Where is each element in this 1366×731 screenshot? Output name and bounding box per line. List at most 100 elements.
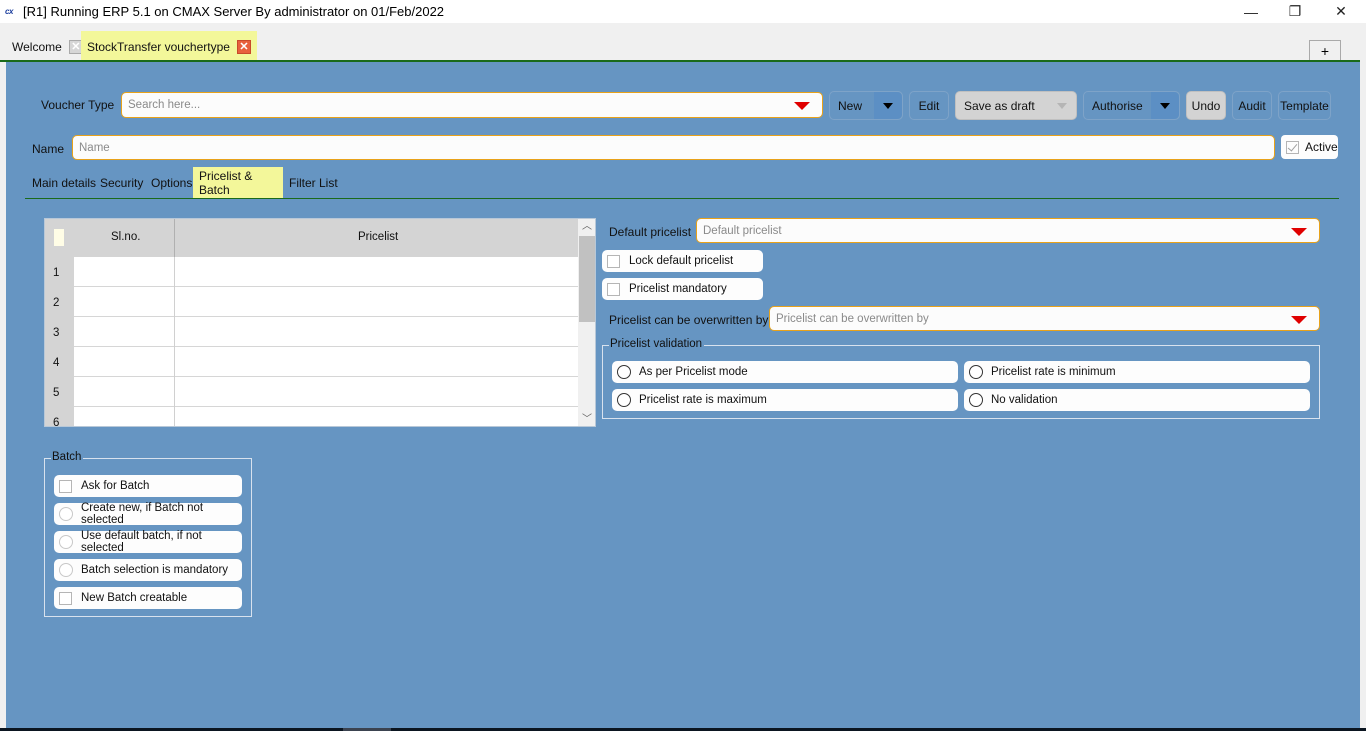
column-separator	[174, 219, 175, 257]
radio-icon[interactable]	[59, 535, 73, 549]
checkbox-label: Pricelist mandatory	[629, 283, 727, 295]
undo-label: Undo	[1191, 98, 1221, 113]
app-icon: cx	[5, 7, 13, 16]
doc-tab-label: Welcome	[12, 39, 62, 54]
radio-icon[interactable]	[969, 393, 983, 407]
table-row[interactable]: 3	[45, 317, 578, 347]
radio-icon[interactable]	[617, 393, 631, 407]
new-dropdown-toggle[interactable]	[874, 92, 902, 119]
radio-use-default-batch[interactable]: Use default batch, if not selected	[54, 530, 242, 554]
scrollbar-thumb[interactable]	[579, 236, 595, 322]
minimize-icon: —	[1244, 3, 1258, 20]
column-header-slno[interactable]: Sl.no.	[111, 231, 140, 243]
tab-label: Options	[151, 176, 193, 190]
group-title: Batch	[51, 451, 84, 463]
tab-filter-list[interactable]: Filter List	[283, 167, 344, 199]
save-draft-dropdown-toggle[interactable]	[1048, 92, 1076, 119]
radio-no-validation[interactable]: No validation	[964, 389, 1310, 411]
cell-separator	[174, 257, 175, 287]
table-row[interactable]: 6	[45, 407, 578, 426]
dropdown-arrow-icon[interactable]	[794, 102, 810, 110]
active-checkbox[interactable]: Active	[1281, 135, 1338, 159]
row-number: 6	[45, 407, 74, 426]
restore-icon: ❐	[1288, 3, 1302, 19]
authorise-dropdown-toggle[interactable]	[1151, 92, 1179, 119]
cell-separator	[174, 347, 175, 377]
checkbox-label: New Batch creatable	[81, 592, 188, 604]
radio-icon[interactable]	[59, 563, 73, 577]
radio-create-new-batch[interactable]: Create new, if Batch not selected	[54, 502, 242, 526]
close-tab-icon[interactable]: ✕	[236, 39, 251, 54]
new-batch-creatable-checkbox[interactable]: New Batch creatable	[54, 587, 242, 609]
column-header-pricelist[interactable]: Pricelist	[358, 231, 398, 243]
row-number: 5	[45, 377, 74, 407]
authorise-button[interactable]: Authorise	[1083, 91, 1180, 120]
cell-separator	[174, 317, 175, 347]
authorise-label: Authorise	[1092, 98, 1143, 113]
tab-options[interactable]: Options	[145, 167, 198, 199]
dropdown-arrow-icon[interactable]	[1291, 228, 1307, 236]
template-button[interactable]: Template	[1278, 91, 1331, 120]
lock-default-pricelist-checkbox[interactable]: Lock default pricelist	[602, 250, 763, 272]
table-row[interactable]: 5	[45, 377, 578, 407]
tab-main-details[interactable]: Main details	[26, 167, 102, 199]
tab-label: Pricelist & Batch	[199, 169, 253, 197]
doc-tab-welcome[interactable]: Welcome ✕	[6, 31, 89, 62]
tab-pricelist-batch[interactable]: Pricelist & Batch	[193, 167, 283, 199]
name-label: Name	[32, 142, 65, 156]
overwritten-by-dropdown[interactable]: Pricelist can be overwritten by	[769, 306, 1320, 331]
maximize-button[interactable]: ❐	[1272, 0, 1318, 23]
radio-batch-selection-mandatory[interactable]: Batch selection is mandatory	[54, 559, 242, 581]
pricelist-validation-group: Pricelist validation As per Pricelist mo…	[602, 338, 1320, 419]
close-icon: ✕	[1335, 3, 1347, 19]
checkbox-label: Ask for Batch	[81, 480, 150, 492]
doc-tab-stocktransfer-vouchertype[interactable]: StockTransfer vouchertype ✕	[81, 31, 257, 62]
voucher-type-label: Voucher Type	[41, 98, 115, 112]
grid-vertical-scrollbar[interactable]: ︿ ﹀	[578, 219, 595, 426]
audit-button[interactable]: Audit	[1232, 91, 1272, 120]
minimize-button[interactable]: —	[1228, 0, 1274, 23]
default-pricelist-dropdown[interactable]: Default pricelist	[696, 218, 1320, 243]
radio-icon[interactable]	[969, 365, 983, 379]
checkbox-icon[interactable]	[59, 591, 72, 605]
scroll-up-icon[interactable]: ︿	[578, 219, 595, 235]
table-row[interactable]: 2	[45, 287, 578, 317]
table-row[interactable]: 1	[45, 257, 578, 287]
close-window-button[interactable]: ✕	[1318, 0, 1364, 23]
tab-security[interactable]: Security	[94, 167, 149, 199]
row-number: 3	[45, 317, 74, 347]
radio-pricelist-rate-maximum[interactable]: Pricelist rate is maximum	[612, 389, 958, 411]
pricelist-mandatory-checkbox[interactable]: Pricelist mandatory	[602, 278, 763, 300]
new-button-label: New	[838, 98, 863, 113]
radio-as-per-pricelist-mode[interactable]: As per Pricelist mode	[612, 361, 958, 383]
cell-separator	[174, 407, 175, 426]
group-title: Pricelist validation	[609, 338, 705, 350]
radio-pricelist-rate-minimum[interactable]: Pricelist rate is minimum	[964, 361, 1310, 383]
scroll-down-icon[interactable]: ﹀	[578, 412, 595, 426]
select-all-cell[interactable]	[54, 229, 64, 246]
doc-tab-label: StockTransfer vouchertype	[87, 39, 230, 54]
main-panel: Voucher Type Search here... New Edit Sav…	[6, 62, 1360, 729]
row-number: 4	[45, 347, 74, 377]
grid-header: Sl.no. Pricelist	[45, 219, 578, 257]
checkbox-icon[interactable]	[59, 479, 72, 493]
save-as-draft-button[interactable]: Save as draft	[955, 91, 1077, 120]
checkbox-checked-icon[interactable]	[1286, 140, 1299, 154]
checkbox-icon[interactable]	[607, 282, 620, 296]
undo-button[interactable]: Undo	[1186, 91, 1226, 120]
new-button[interactable]: New	[829, 91, 903, 120]
radio-icon[interactable]	[59, 507, 73, 521]
edit-button[interactable]: Edit	[909, 91, 949, 120]
table-row[interactable]: 4	[45, 347, 578, 377]
document-tabs: Welcome ✕ StockTransfer vouchertype ✕ +	[0, 23, 1366, 62]
tab-label: Security	[100, 176, 144, 190]
ask-for-batch-checkbox[interactable]: Ask for Batch	[54, 475, 242, 497]
name-input[interactable]: Name	[72, 135, 1275, 160]
batch-group: Batch Ask for Batch Create new, if Batch…	[44, 451, 252, 617]
checkbox-icon[interactable]	[607, 254, 620, 268]
radio-icon[interactable]	[617, 365, 631, 379]
dropdown-arrow-icon[interactable]	[1291, 316, 1307, 324]
voucher-type-search[interactable]: Search here...	[121, 92, 823, 118]
radio-label: As per Pricelist mode	[639, 366, 748, 378]
add-tab-button[interactable]: +	[1309, 40, 1341, 62]
